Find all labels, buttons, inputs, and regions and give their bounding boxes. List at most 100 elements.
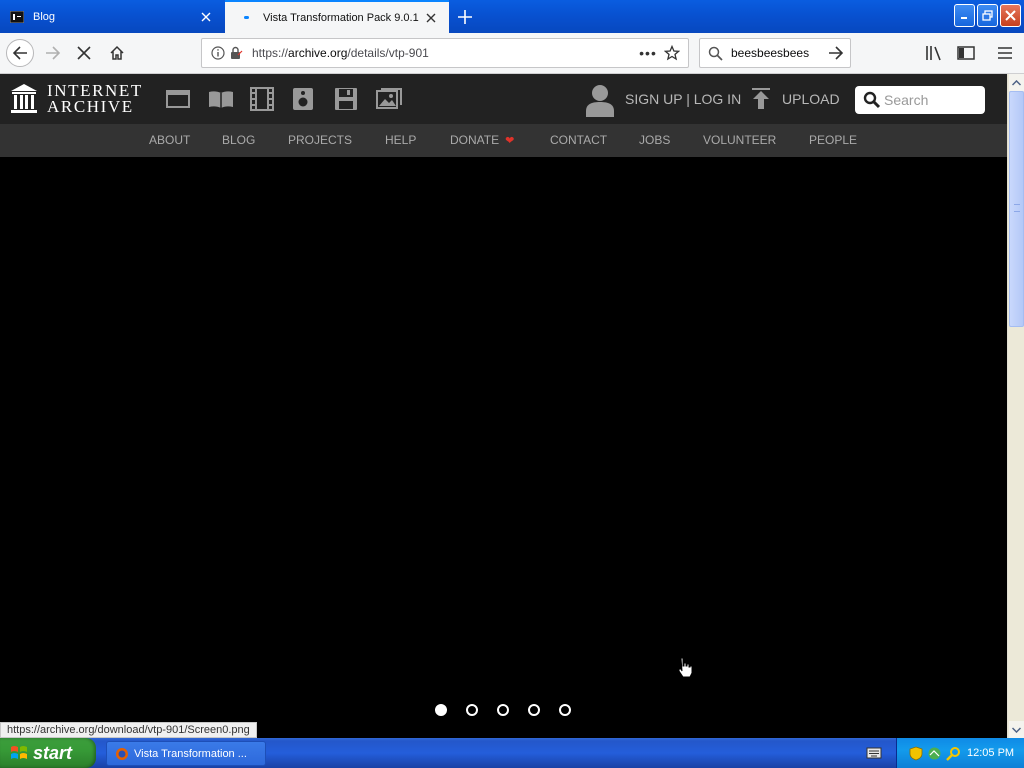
back-button[interactable]: [6, 39, 34, 67]
carousel-dot[interactable]: [466, 704, 478, 716]
home-icon: [110, 45, 124, 60]
browser-toolbar: https://archive.org/details/vtp-901 ••• …: [0, 33, 1024, 74]
chevron-up-icon: [1012, 79, 1021, 86]
carousel-dot[interactable]: [528, 704, 540, 716]
nav-about[interactable]: ABOUT: [149, 133, 190, 147]
scroll-thumb[interactable]: [1009, 91, 1024, 327]
close-icon: [1005, 10, 1016, 21]
new-tab-button[interactable]: [453, 5, 477, 29]
home-button[interactable]: [103, 39, 131, 67]
tab-vista-transformation[interactable]: Vista Transformation Pack 9.0.1 :: [225, 0, 449, 33]
forward-button[interactable]: [39, 39, 67, 67]
nav-donate[interactable]: DONATE ❤: [450, 133, 514, 147]
windows-taskbar: start Vista Transformation ... 12:05 PM: [0, 738, 1024, 768]
system-clock: 12:05 PM: [967, 747, 1015, 759]
nav-help[interactable]: HELP: [385, 133, 416, 147]
nav-donate-label: DONATE: [450, 133, 500, 147]
system-tray: 12:05 PM: [896, 738, 1024, 768]
hand-pointer-cursor-icon: [678, 657, 693, 678]
page-viewport: INTERNET ARCHIVE SIGN UP | LOG IN UPLOAD…: [0, 74, 1007, 722]
security-shield-icon[interactable]: [906, 745, 925, 761]
nav-blog[interactable]: BLOG: [222, 133, 255, 147]
loading-favicon-icon: [239, 10, 255, 26]
taskbar-window-button[interactable]: Vista Transformation ...: [106, 741, 266, 766]
ia-search-input[interactable]: Search: [855, 86, 985, 114]
signup-login-link[interactable]: SIGN UP | LOG IN: [625, 91, 741, 107]
library-button[interactable]: [923, 42, 945, 64]
open-menu-button[interactable]: [994, 42, 1016, 64]
stop-icon: [77, 46, 91, 60]
sidebar-toggle-button[interactable]: [955, 42, 977, 64]
firefox-icon: [116, 747, 128, 760]
bookmark-star-icon[interactable]: [660, 45, 684, 61]
upload-icon[interactable]: [751, 88, 771, 110]
scroll-down-button[interactable]: [1009, 721, 1024, 738]
restore-icon: [982, 10, 993, 21]
hamburger-icon: [998, 47, 1012, 59]
nav-people[interactable]: PEOPLE: [809, 133, 857, 147]
minimize-window-button[interactable]: [954, 4, 975, 27]
chevron-down-icon: [1012, 726, 1021, 733]
start-button[interactable]: start: [0, 738, 96, 768]
tab-blog[interactable]: Blog: [0, 0, 224, 33]
upload-link[interactable]: UPLOAD: [782, 91, 840, 107]
nav-contact[interactable]: CONTACT: [550, 133, 607, 147]
library-icon: [926, 46, 941, 61]
internet-archive-logo[interactable]: INTERNET ARCHIVE: [10, 82, 143, 116]
search-go-icon[interactable]: [828, 46, 844, 60]
carousel-pagination: [435, 704, 590, 716]
search-placeholder: Search: [884, 92, 929, 108]
network-icon[interactable]: [925, 745, 944, 761]
address-bar[interactable]: https://archive.org/details/vtp-901 •••: [201, 38, 689, 68]
media-type-icons: [166, 86, 418, 112]
lock-icon[interactable]: [228, 45, 244, 61]
carousel-dot[interactable]: [435, 704, 447, 716]
carousel-dot[interactable]: [497, 704, 509, 716]
texts-icon[interactable]: [208, 86, 250, 112]
vertical-scrollbar[interactable]: [1007, 74, 1024, 738]
url-path: /details/vtp-901: [347, 46, 429, 60]
user-avatar-icon[interactable]: [585, 83, 615, 117]
close-tab-icon[interactable]: [196, 7, 216, 27]
logo-wordmark: INTERNET ARCHIVE: [47, 82, 143, 116]
images-icon[interactable]: [376, 86, 418, 112]
start-label: start: [33, 742, 73, 763]
nav-volunteer[interactable]: VOLUNTEER: [703, 133, 776, 147]
carousel-dot[interactable]: [559, 704, 571, 716]
url-text[interactable]: https://archive.org/details/vtp-901: [252, 46, 636, 60]
ia-top-nav: ABOUT BLOG PROJECTS HELP DONATE ❤ CONTAC…: [0, 124, 1007, 157]
windows-flag-icon: [11, 746, 27, 759]
tab-title: Vista Transformation Pack 9.0.1 :: [263, 11, 421, 24]
heart-icon: ❤: [505, 134, 515, 147]
tab-title: Blog: [33, 10, 56, 23]
minimize-icon: [961, 17, 967, 19]
url-host: archive.org: [288, 46, 348, 60]
plus-icon: [458, 10, 472, 24]
software-icon[interactable]: [334, 86, 376, 112]
audio-icon[interactable]: [292, 86, 334, 112]
arrow-left-icon: [12, 46, 27, 60]
browser-tab-strip: Blog Vista Transformation Pack 9.0.1 :: [0, 0, 1024, 33]
blog-favicon-icon: [9, 9, 25, 25]
web-icon[interactable]: [166, 86, 208, 112]
info-icon[interactable]: [210, 45, 226, 61]
scroll-up-button[interactable]: [1009, 74, 1024, 91]
restore-window-button[interactable]: [977, 4, 998, 27]
nav-projects[interactable]: PROJECTS: [288, 133, 352, 147]
search-icon: [863, 91, 881, 109]
browser-search-field[interactable]: beesbeesbees: [699, 38, 851, 68]
close-tab-icon[interactable]: [421, 8, 441, 28]
logo-line-2: ARCHIVE: [47, 97, 134, 116]
sidebar-icon: [957, 46, 975, 60]
search-value: beesbeesbees: [731, 46, 810, 60]
close-window-button[interactable]: [1000, 4, 1021, 27]
keyboard-icon[interactable]: [866, 747, 882, 759]
status-bar-link: https://archive.org/download/vtp-901/Scr…: [0, 722, 257, 738]
search-icon: [708, 46, 723, 61]
search-icon[interactable]: [944, 745, 963, 761]
stop-loading-button[interactable]: [70, 39, 98, 67]
page-actions-menu-icon[interactable]: •••: [636, 45, 660, 61]
video-icon[interactable]: [250, 86, 292, 112]
archive-building-icon: [11, 84, 37, 113]
nav-jobs[interactable]: JOBS: [639, 133, 670, 147]
